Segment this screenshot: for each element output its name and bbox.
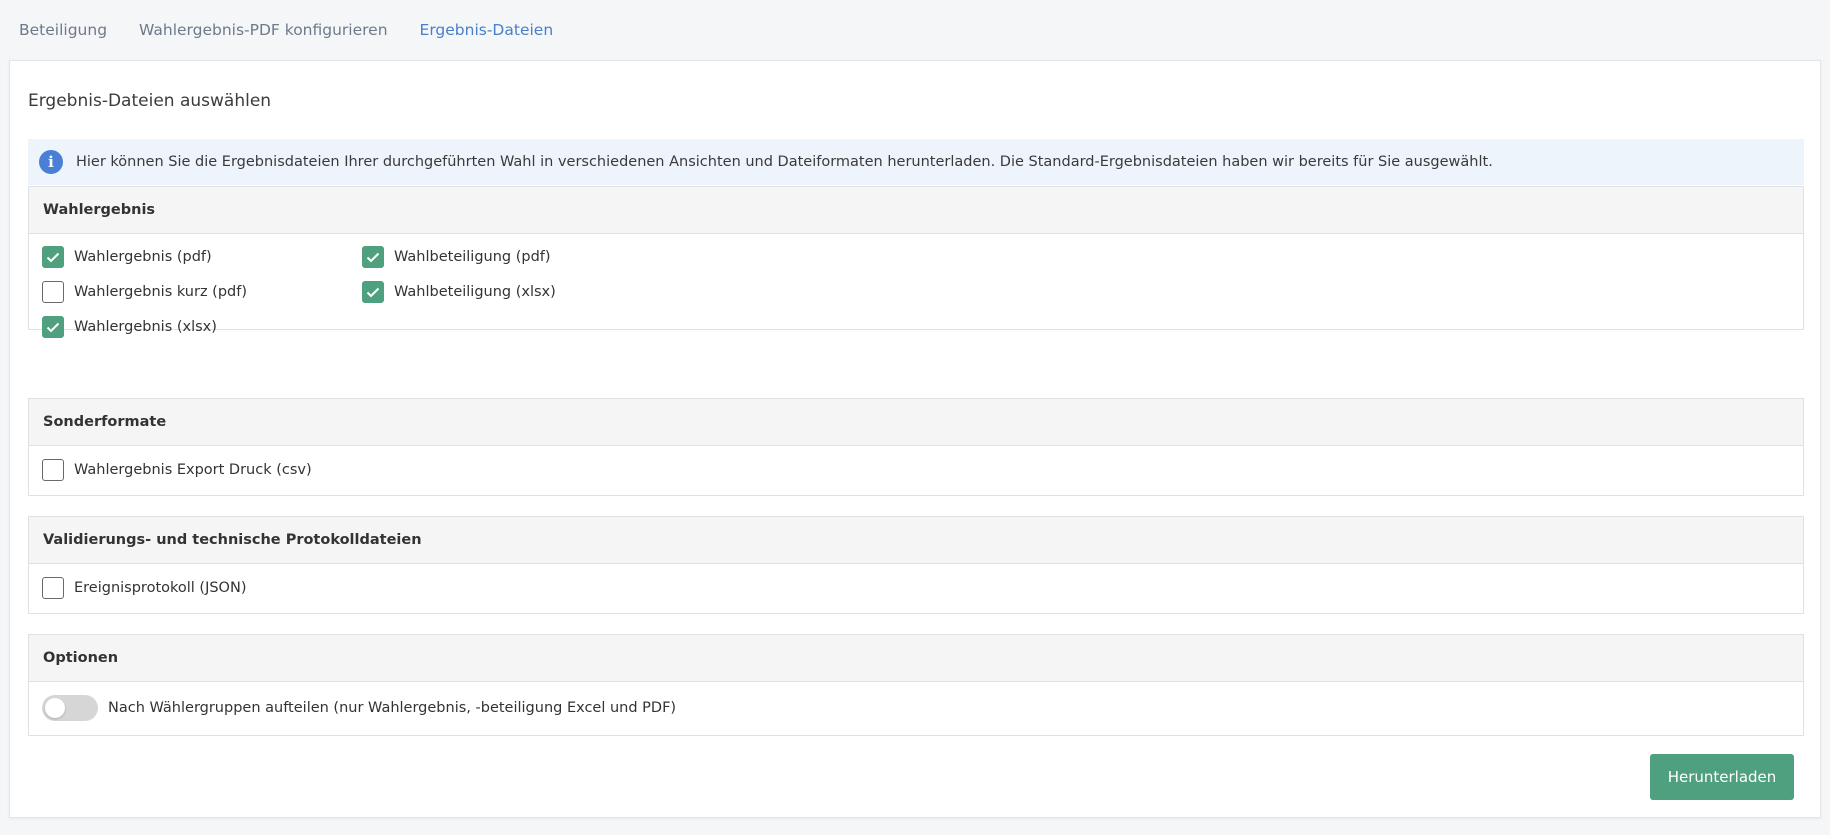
info-banner: i Hier können Sie die Ergebnisdateien Ih… [28, 139, 1804, 185]
section-sonderformate: Sonderformate Wahlergebnis Export Druck … [28, 398, 1804, 496]
checkbox-label: Wahlergebnis (pdf) [74, 249, 212, 265]
checkbox-label: Wahlergebnis Export Druck (csv) [74, 462, 312, 478]
toggle-switch[interactable] [42, 695, 98, 721]
checkbox-box[interactable] [362, 246, 384, 268]
checkbox-label: Ereignisprotokoll (JSON) [74, 580, 247, 596]
info-icon: i [39, 150, 63, 174]
checkbox-box[interactable] [42, 281, 64, 303]
section-optionen: Optionen Nach Wählergruppen aufteilen (n… [28, 634, 1804, 736]
page-title: Ergebnis-Dateien auswählen [28, 91, 272, 111]
toggle-label: Nach Wählergruppen aufteilen (nur Wahler… [108, 700, 677, 716]
section-header-wahlergebnis: Wahlergebnis [29, 187, 1803, 234]
section-wahlergebnis: Wahlergebnis Wahlergebnis (pdf) Wahlerge… [28, 186, 1804, 338]
checkbox-wahlergebnis-pdf[interactable]: Wahlergebnis (pdf) [42, 246, 212, 268]
checkbox-wahlergebnis-kurz-pdf[interactable]: Wahlergebnis kurz (pdf) [42, 281, 247, 303]
tab-wahlergebnis-pdf-konfigurieren[interactable]: Wahlergebnis-PDF konfigurieren [139, 21, 388, 39]
section-validierung: Validierungs- und technische Protokollda… [28, 516, 1804, 614]
toggle-split-by-voter-groups[interactable]: Nach Wählergruppen aufteilen (nur Wahler… [42, 695, 676, 721]
checkbox-label: Wahlergebnis (xlsx) [74, 319, 217, 335]
checkbox-wahlbeteiligung-xlsx[interactable]: Wahlbeteiligung (xlsx) [362, 281, 556, 303]
checkbox-box[interactable] [42, 577, 64, 599]
check-icon [366, 252, 380, 262]
check-icon [46, 252, 60, 262]
info-text: Hier können Sie die Ergebnisdateien Ihre… [76, 154, 1493, 170]
section-header-sonderformate: Sonderformate [29, 399, 1803, 446]
checkbox-wahlergebnis-xlsx[interactable]: Wahlergebnis (xlsx) [42, 316, 217, 338]
checkbox-box[interactable] [42, 316, 64, 338]
checkbox-box[interactable] [42, 246, 64, 268]
checkbox-label: Wahlbeteiligung (xlsx) [394, 284, 556, 300]
section-header-optionen: Optionen [29, 635, 1803, 682]
toggle-knob [45, 698, 65, 718]
result-files-card: Ergebnis-Dateien auswählen i Hier können… [9, 60, 1821, 818]
checkbox-wahlbeteiligung-pdf[interactable]: Wahlbeteiligung (pdf) [362, 246, 551, 268]
checkbox-label: Wahlergebnis kurz (pdf) [74, 284, 248, 300]
tab-bar: Beteiligung Wahlergebnis-PDF konfigurier… [0, 0, 1830, 60]
check-icon [46, 322, 60, 332]
checkbox-wahlergebnis-export-druck-csv[interactable]: Wahlergebnis Export Druck (csv) [42, 459, 312, 481]
checkbox-ereignisprotokoll-json[interactable]: Ereignisprotokoll (JSON) [42, 577, 246, 599]
tab-beteiligung[interactable]: Beteiligung [19, 21, 107, 39]
download-button[interactable]: Herunterladen [1650, 754, 1794, 800]
section-header-validierung: Validierungs- und technische Protokollda… [29, 517, 1803, 564]
checkbox-box[interactable] [362, 281, 384, 303]
checkbox-label: Wahlbeteiligung (pdf) [394, 249, 551, 265]
checkbox-box[interactable] [42, 459, 64, 481]
tab-ergebnis-dateien[interactable]: Ergebnis-Dateien [420, 21, 554, 39]
check-icon [366, 287, 380, 297]
